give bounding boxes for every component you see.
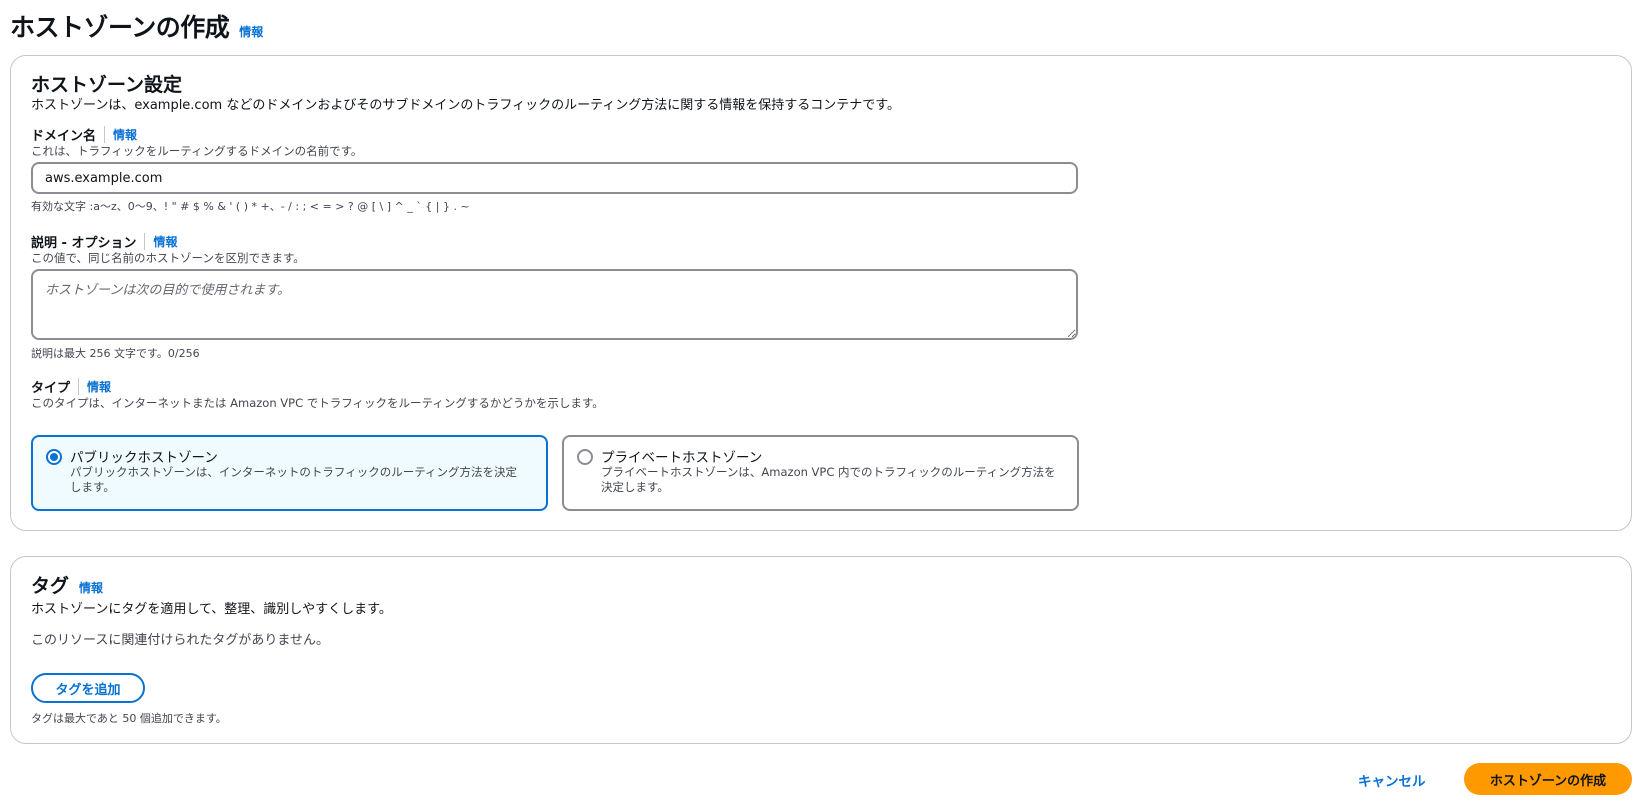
tags-empty-message: このリソースに関連付けられたタグがありません。	[31, 633, 329, 648]
radio-button-unselected[interactable]	[577, 449, 593, 465]
create-hosted-zone-button[interactable]: ホストゾーンの作成	[1464, 763, 1632, 795]
radio-card-public-hosted-zone[interactable]: パブリックホストゾーン パブリックホストゾーンは、インターネットのトラフィックの…	[31, 435, 548, 511]
radio-card-private-hosted-zone[interactable]: プライベートホストゾーン プライベートホストゾーンは、Amazon VPC 内で…	[562, 435, 1079, 511]
domain-valid-chars-hint: 有効な文字 :a〜z、0〜9、! " # $ % & ' ( ) * +、- /…	[31, 200, 470, 213]
radio-desc-private: プライベートホストゾーンは、Amazon VPC 内でのトラフィックのルーティン…	[601, 465, 1056, 494]
type-label: タイプ	[31, 381, 71, 396]
radio-title-private: プライベートホストゾーン	[601, 450, 763, 466]
type-label-row: タイプ 情報	[31, 377, 111, 396]
radio-button-selected[interactable]	[46, 449, 62, 465]
settings-description: ホストゾーンは、example.com などのドメインおよびそのサブドメインのト…	[31, 98, 900, 113]
add-tag-button[interactable]: タグを追加	[31, 673, 145, 703]
settings-title: ホストゾーン設定	[31, 74, 183, 96]
comment-textarea[interactable]	[31, 269, 1078, 340]
domain-info-link[interactable]: 情報	[113, 126, 137, 143]
tags-title: タグ	[31, 575, 70, 597]
tags-heading: タグ 情報	[31, 571, 103, 598]
page-info-link[interactable]: 情報	[239, 23, 263, 40]
label-divider	[144, 233, 146, 250]
comment-description: この値で、同じ名前のホストゾーンを区別できます。	[31, 251, 305, 265]
tags-description: ホストゾーンにタグを適用して、整理、識別しやすくします。	[31, 602, 392, 617]
type-description: このタイプは、インターネットまたは Amazon VPC でトラフィックをルーテ…	[31, 396, 604, 410]
domain-name-input[interactable]	[31, 162, 1078, 194]
comment-info-link[interactable]: 情報	[153, 233, 177, 250]
comment-label: 説明 - オプション	[31, 236, 137, 251]
tags-info-link[interactable]: 情報	[79, 579, 103, 596]
domain-label-row: ドメイン名 情報	[31, 125, 137, 144]
tags-limit-hint: タグは最大であと 50 個追加できます。	[31, 712, 227, 725]
domain-label: ドメイン名	[31, 129, 97, 144]
label-divider	[78, 378, 80, 395]
radio-desc-public: パブリックホストゾーンは、インターネットのトラフィックのルーティング方法を決定し…	[70, 465, 518, 494]
page-title: ホストゾーンの作成	[10, 13, 230, 42]
cancel-button[interactable]: キャンセル	[1358, 770, 1426, 790]
hosted-zone-settings-panel: ホストゾーン設定 ホストゾーンは、example.com などのドメインおよびそ…	[10, 55, 1632, 531]
tags-panel: タグ 情報 ホストゾーンにタグを適用して、整理、識別しやすくします。 このリソー…	[10, 556, 1632, 744]
radio-title-public: パブリックホストゾーン	[70, 450, 218, 466]
label-divider	[104, 126, 106, 143]
settings-heading: ホストゾーン設定	[31, 70, 182, 97]
page-header: ホストゾーンの作成 情報	[10, 8, 263, 44]
domain-description: これは、トラフィックをルーティングするドメインの名前です。	[31, 144, 363, 158]
comment-length-hint: 説明は最大 256 文字です。0/256	[31, 347, 200, 360]
type-info-link[interactable]: 情報	[87, 378, 111, 395]
comment-label-row: 説明 - オプション 情報	[31, 232, 177, 251]
